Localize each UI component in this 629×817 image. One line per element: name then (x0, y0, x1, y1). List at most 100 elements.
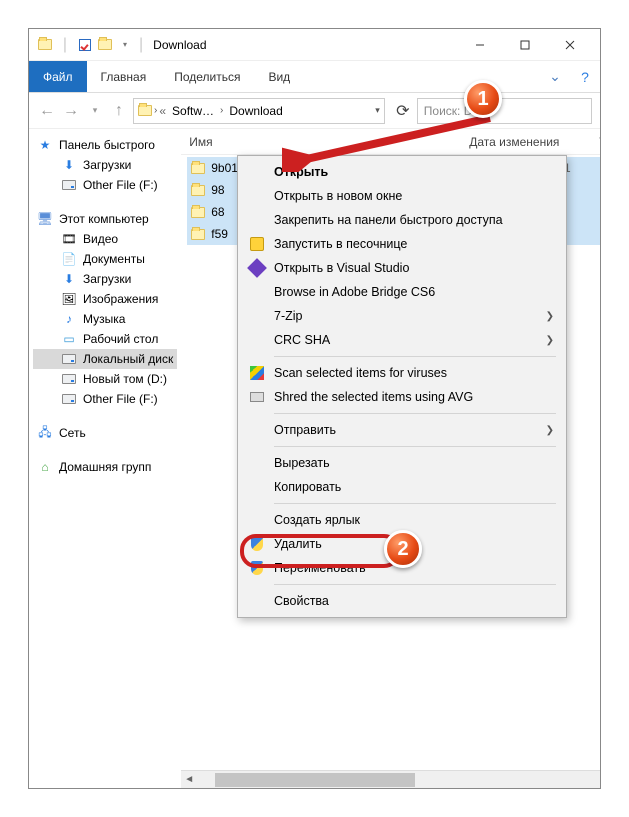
back-button[interactable]: ← (37, 101, 57, 121)
tree-local-disk[interactable]: Локальный диск (33, 349, 177, 369)
folder-icon (97, 37, 113, 53)
breadcrumb-seg-1[interactable]: Softw… (168, 104, 218, 118)
tree-network[interactable]: 🖧Сеть (33, 423, 177, 443)
tree-label: Рабочий стол (83, 332, 158, 346)
ctx-copy[interactable]: Копировать (240, 475, 564, 499)
navigation-pane: ★ Панель быстрого ⬇ Загрузки Other File (F… (29, 129, 181, 788)
ribbon-expand-icon[interactable]: ⌄ (540, 68, 570, 85)
forward-button[interactable]: → (61, 101, 81, 121)
ctx-scan-viruses[interactable]: Scan selected items for viruses (240, 361, 564, 385)
star-icon: ★ (37, 137, 53, 153)
ctx-label: Запустить в песочнице (274, 237, 407, 251)
tree-new-volume[interactable]: Новый том (D:) (33, 369, 177, 389)
drive-icon (61, 177, 77, 193)
tree-label: Панель быстрого (59, 138, 155, 152)
ctx-open-new-window[interactable]: Открыть в новом окне (240, 184, 564, 208)
ctx-label: Копировать (274, 480, 341, 494)
scroll-left-icon[interactable]: ◄ (181, 774, 197, 785)
tab-view[interactable]: Вид (254, 61, 304, 92)
ctx-sandbox[interactable]: Запустить в песочнице (240, 232, 564, 256)
annotation-badge-2: 2 (384, 530, 422, 568)
ctx-bridge[interactable]: Browse in Adobe Bridge CS6 (240, 280, 564, 304)
qat-separator-icon: | (57, 37, 73, 53)
chevron-right-icon: ❯ (546, 425, 554, 436)
horizontal-scrollbar[interactable]: ◄ ► (181, 770, 600, 788)
folder-icon (191, 185, 205, 196)
shredder-icon (248, 388, 266, 406)
tab-file[interactable]: Файл (29, 61, 87, 92)
pictures-icon: 🖼 (61, 291, 77, 307)
tree-this-pc[interactable]: 🖥 Этот компьютер (33, 209, 177, 229)
tree-label: Загрузки (83, 272, 131, 286)
tree-desktop[interactable]: ▭Рабочий стол (33, 329, 177, 349)
ctx-label: CRC SHA (274, 333, 330, 347)
col-type[interactable]: Тип (599, 135, 600, 149)
ctx-label: Создать ярлык (274, 513, 360, 527)
chevron-right-icon: ❯ (546, 335, 554, 346)
ctx-separator (274, 413, 556, 414)
drive-icon (61, 351, 77, 367)
help-icon[interactable]: ? (570, 69, 600, 85)
scrollbar-thumb[interactable] (215, 773, 415, 787)
ctx-pin-quick-access[interactable]: Закрепить на панели быстрого доступа (240, 208, 564, 232)
ctx-separator (274, 446, 556, 447)
ctx-create-shortcut[interactable]: Создать ярлык (240, 508, 564, 532)
pc-icon: 🖥 (37, 211, 53, 227)
tree-label: Other File (F:) (83, 392, 158, 406)
ctx-cut[interactable]: Вырезать (240, 451, 564, 475)
ctx-label: Открыть в Visual Studio (274, 261, 409, 275)
chevron-right-icon[interactable]: › (220, 105, 223, 116)
ctx-label: Вырезать (274, 456, 330, 470)
maximize-button[interactable] (502, 30, 547, 60)
ctx-properties[interactable]: Свойства (240, 589, 564, 613)
tree-label: Загрузки (83, 158, 131, 172)
tree-quick-access[interactable]: ★ Панель быстрого (33, 135, 177, 155)
ctx-7zip[interactable]: 7-Zip❯ (240, 304, 564, 328)
minimize-button[interactable] (457, 30, 502, 60)
checkbox-icon[interactable] (77, 37, 93, 53)
ctx-label: Browse in Adobe Bridge CS6 (274, 285, 435, 299)
tab-home[interactable]: Главная (87, 61, 161, 92)
tree-label: Other File (F:) (83, 178, 158, 192)
tree-label: Изображения (83, 292, 158, 306)
up-button[interactable]: ↑ (109, 101, 129, 121)
ctx-label: Отправить (274, 423, 336, 437)
tab-share[interactable]: Поделиться (160, 61, 254, 92)
tree-other-file2[interactable]: Other File (F:) (33, 389, 177, 409)
tree-downloads[interactable]: ⬇Загрузки (33, 155, 177, 175)
tree-downloads2[interactable]: ⬇ Загрузки (33, 269, 177, 289)
drive-icon (61, 391, 77, 407)
annotation-highlight-delete (240, 534, 400, 568)
breadcrumb-seg-2[interactable]: Download (225, 104, 286, 118)
documents-icon: 📄 (61, 251, 77, 267)
tree-other-file[interactable]: Other File (F:) (33, 175, 177, 195)
tree-pictures[interactable]: 🖼 Изображения (33, 289, 177, 309)
ctx-label: Shred the selected items using AVG (274, 390, 473, 404)
tree-documents[interactable]: 📄Документы (33, 249, 177, 269)
drive-icon (61, 371, 77, 387)
tree-label: Этот компьютер (59, 212, 149, 226)
title-bar: | ▾ | Download (29, 29, 600, 61)
folder-icon (37, 37, 53, 53)
ctx-label: Закрепить на панели быстрого доступа (274, 213, 503, 227)
annotation-badge-1: 1 (464, 80, 502, 118)
downloads-icon: ⬇ (61, 271, 77, 287)
ctx-shred[interactable]: Shred the selected items using AVG (240, 385, 564, 409)
close-button[interactable] (547, 30, 592, 60)
homegroup-icon: ⌂ (37, 459, 53, 475)
folder-icon (191, 229, 205, 240)
network-icon: 🖧 (37, 425, 53, 441)
ctx-crc[interactable]: CRC SHA ❯ (240, 328, 564, 352)
folder-icon (191, 207, 205, 218)
breadcrumb-prev-icon[interactable]: « (159, 104, 166, 118)
qat-dropdown-icon[interactable]: ▾ (117, 37, 133, 53)
tree-homegroup[interactable]: ⌂Домашняя групп (33, 457, 177, 477)
recent-dropdown-icon[interactable]: ▾ (85, 101, 105, 121)
ctx-send-to[interactable]: Отправить ❯ (240, 418, 564, 442)
chevron-right-icon[interactable]: › (154, 105, 157, 116)
tree-label: Видео (83, 232, 118, 246)
ctx-visual-studio[interactable]: Открыть в Visual Studio (240, 256, 564, 280)
ctx-label: Свойства (274, 594, 329, 608)
tree-music[interactable]: ♪Музыка (33, 309, 177, 329)
tree-video[interactable]: 🎞Видео (33, 229, 177, 249)
